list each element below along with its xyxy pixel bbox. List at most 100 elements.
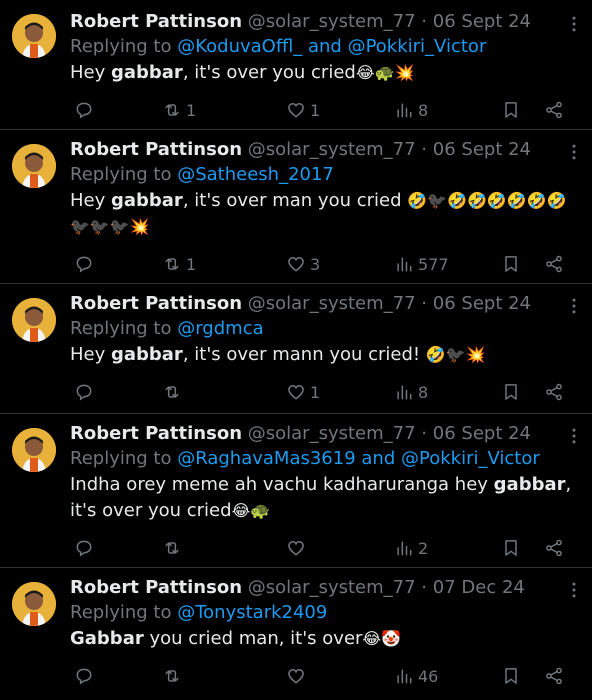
author-name[interactable]: Robert Pattinson bbox=[70, 11, 242, 32]
tweet-date[interactable]: 07 Dec 24 bbox=[433, 577, 525, 598]
text-segment: Hey bbox=[70, 62, 111, 83]
tweet[interactable]: Robert Pattinson @solar_system_77 · 06 S… bbox=[0, 130, 592, 284]
author-handle[interactable]: @solar_system_77 bbox=[248, 423, 416, 444]
mention-link[interactable]: @Tonystark2409 bbox=[177, 602, 327, 623]
reply-icon bbox=[76, 540, 92, 557]
mention-link[interactable]: @Pokkiri_Victor bbox=[401, 448, 540, 469]
mention-link[interactable]: @rgdmca bbox=[177, 318, 263, 339]
tweet-text: Hey gabbar, it's over mann you cried! 🤣🐦… bbox=[70, 342, 580, 368]
retweet-icon bbox=[165, 258, 179, 270]
share-button[interactable] bbox=[544, 378, 564, 406]
like-button[interactable]: 1 bbox=[286, 378, 320, 406]
bookmark-button[interactable] bbox=[501, 378, 521, 406]
tweet-date[interactable]: 06 Sept 24 bbox=[433, 139, 531, 160]
avatar[interactable] bbox=[12, 428, 56, 472]
author-name[interactable]: Robert Pattinson bbox=[70, 423, 242, 444]
like-button[interactable] bbox=[286, 534, 310, 562]
more-options-icon[interactable] bbox=[562, 578, 586, 602]
bookmark-button[interactable] bbox=[501, 250, 521, 278]
emoji-sequence: 😂🐢💥 bbox=[355, 63, 415, 82]
tweet-text: Hey gabbar, it's over you cried😂🐢💥 bbox=[70, 60, 580, 86]
share-button[interactable] bbox=[544, 662, 564, 690]
views-count: 46 bbox=[418, 666, 439, 686]
emoji-sequence: 😂🐢 bbox=[231, 501, 271, 520]
more-options-icon[interactable] bbox=[562, 424, 586, 448]
emoji-sequence: 😂🤡 bbox=[362, 629, 402, 648]
share-button[interactable] bbox=[544, 534, 564, 562]
retweet-icon bbox=[165, 542, 179, 554]
retweet-icon bbox=[165, 386, 179, 398]
author-handle[interactable]: @solar_system_77 bbox=[248, 293, 416, 314]
tweet[interactable]: Robert Pattinson @solar_system_77 · 06 S… bbox=[0, 284, 592, 414]
views-button[interactable]: 577 bbox=[394, 250, 449, 278]
bookmark-button[interactable] bbox=[501, 96, 521, 124]
share-icon bbox=[546, 667, 562, 685]
views-button[interactable]: 2 bbox=[394, 534, 428, 562]
more-options-icon[interactable] bbox=[562, 294, 586, 318]
separator-dot: · bbox=[421, 423, 428, 444]
author-name[interactable]: Robert Pattinson bbox=[70, 293, 242, 314]
action-bar: 2 bbox=[70, 534, 580, 562]
tweet-date[interactable]: 06 Sept 24 bbox=[433, 293, 531, 314]
text-bold: Gabbar bbox=[70, 628, 144, 649]
avatar[interactable] bbox=[12, 298, 56, 342]
author-name[interactable]: Robert Pattinson bbox=[70, 577, 242, 598]
text-segment: Indha orey meme ah vachu kadharuranga he… bbox=[70, 474, 494, 495]
replying-to: Replying to @Satheesh_2017 bbox=[70, 162, 580, 188]
bookmark-icon bbox=[505, 384, 517, 400]
reply-icon bbox=[76, 668, 92, 685]
reply-icon bbox=[76, 102, 92, 119]
mention-link[interactable]: @Pokkiri_Victor bbox=[348, 36, 487, 57]
retweet-button[interactable]: 1 bbox=[162, 250, 196, 278]
like-count: 1 bbox=[310, 100, 321, 120]
bookmark-button[interactable] bbox=[501, 662, 521, 690]
text-segment: Hey bbox=[70, 190, 111, 211]
retweet-count: 1 bbox=[186, 254, 197, 274]
views-chart-icon bbox=[397, 541, 412, 556]
tweet-date[interactable]: 06 Sept 24 bbox=[433, 423, 531, 444]
avatar[interactable] bbox=[12, 582, 56, 626]
more-options-icon[interactable] bbox=[562, 12, 586, 36]
share-button[interactable] bbox=[544, 250, 564, 278]
tweet[interactable]: Robert Pattinson @solar_system_77 · 06 S… bbox=[0, 414, 592, 568]
author-name[interactable]: Robert Pattinson bbox=[70, 139, 242, 160]
author-handle[interactable]: @solar_system_77 bbox=[248, 139, 416, 160]
retweet-button[interactable] bbox=[162, 662, 186, 690]
like-button[interactable]: 1 bbox=[286, 96, 320, 124]
like-button[interactable] bbox=[286, 662, 310, 690]
like-button[interactable]: 3 bbox=[286, 250, 320, 278]
retweet-button[interactable]: 1 bbox=[162, 96, 196, 124]
author-handle[interactable]: @solar_system_77 bbox=[248, 577, 416, 598]
avatar[interactable] bbox=[12, 14, 56, 58]
reply-button[interactable] bbox=[74, 96, 98, 124]
avatar[interactable] bbox=[12, 144, 56, 188]
text-bold: gabbar bbox=[110, 62, 183, 83]
views-button[interactable]: 8 bbox=[394, 378, 428, 406]
more-options-icon[interactable] bbox=[562, 140, 586, 164]
reply-button[interactable] bbox=[74, 662, 98, 690]
tweet[interactable]: Robert Pattinson @solar_system_77 · 06 S… bbox=[0, 0, 592, 130]
author-handle[interactable]: @solar_system_77 bbox=[248, 11, 416, 32]
replying-prefix: Replying to bbox=[70, 602, 172, 623]
replying-to: Replying to @Tonystark2409 bbox=[70, 600, 580, 626]
bookmark-button[interactable] bbox=[501, 534, 521, 562]
mention-link[interactable]: @KoduvaOffl_ bbox=[177, 36, 302, 57]
retweet-button[interactable] bbox=[162, 378, 186, 406]
tweet-content: Robert Pattinson @solar_system_77 · 06 S… bbox=[70, 10, 580, 86]
mention-link[interactable]: @RaghavaMas3619 bbox=[177, 448, 355, 469]
replying-prefix: Replying to bbox=[70, 448, 172, 469]
retweet-button[interactable] bbox=[162, 534, 186, 562]
views-chart-icon bbox=[397, 103, 412, 118]
reply-button[interactable] bbox=[74, 250, 98, 278]
reply-button[interactable] bbox=[74, 378, 98, 406]
text-segment: , it's over you cried bbox=[182, 62, 356, 83]
share-button[interactable] bbox=[544, 96, 564, 124]
views-button[interactable]: 46 bbox=[394, 662, 438, 690]
mention-link[interactable]: @Satheesh_2017 bbox=[177, 164, 334, 185]
tweet-date[interactable]: 06 Sept 24 bbox=[433, 11, 531, 32]
tweet-content: Robert Pattinson @solar_system_77 · 06 S… bbox=[70, 292, 580, 368]
reply-button[interactable] bbox=[74, 534, 98, 562]
action-bar: 1 8 bbox=[70, 378, 580, 406]
views-button[interactable]: 8 bbox=[394, 96, 428, 124]
tweet[interactable]: Robert Pattinson @solar_system_77 · 07 D… bbox=[0, 568, 592, 700]
